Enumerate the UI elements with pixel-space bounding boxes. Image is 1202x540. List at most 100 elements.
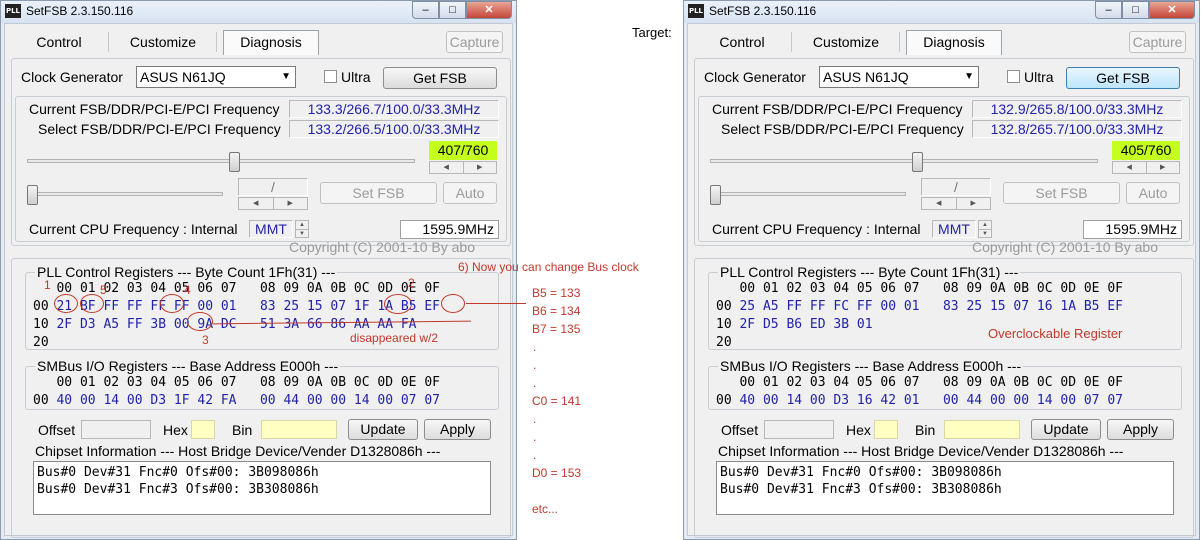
ratio-stepper[interactable]: ◀ ▶	[921, 197, 991, 210]
cpu-frequency-value: 1595.9MHz	[1083, 220, 1182, 239]
annotation-d0: D0 = 153	[532, 466, 582, 480]
annotation-step-6: 6) Now you can change Bus clock	[458, 260, 639, 274]
set-fsb-button[interactable]: Set FSB	[320, 182, 437, 204]
cpu-frequency-label: Current CPU Frequency : Internal	[29, 221, 238, 237]
left-arrow-icon[interactable]: ◀	[1113, 162, 1146, 173]
pll-header: PLL Control Registers --- Byte Count 1Fh…	[35, 264, 338, 280]
annotation-b6: B6 = 134	[532, 304, 581, 318]
right-arrow-icon[interactable]: ▶	[1145, 162, 1180, 173]
smbus-column-header: 00 01 02 03 04 05 06 07 08 09 0A 0B 0C 0…	[716, 375, 1123, 390]
secondary-slider-handle[interactable]	[710, 185, 721, 205]
annotation-number-4: 4	[184, 283, 191, 297]
fsb-slider-handle[interactable]	[229, 152, 240, 172]
row-values[interactable]: 21 BF FF FF FF FF 00 01 83 25 15 07 1F 1…	[56, 299, 440, 314]
annotation-c0: C0 = 141	[532, 394, 582, 408]
chipset-line: Bus#0 Dev#31 Fnc#0 Ofs#00: 3B098086h	[37, 465, 319, 480]
get-fsb-button[interactable]: Get FSB	[383, 67, 497, 89]
bin-input[interactable]	[944, 420, 1020, 439]
annotation-overclockable: Overclockable Register	[988, 326, 1123, 341]
fsb-slider-track[interactable]	[710, 159, 1098, 163]
client-area: Control Customize Diagnosis Capture Cloc…	[687, 23, 1196, 538]
update-button[interactable]: Update	[1031, 419, 1101, 440]
annotation-etc: etc...	[532, 502, 559, 516]
ultra-checkbox[interactable]	[324, 70, 337, 83]
right-arrow-icon[interactable]: ▶	[272, 198, 308, 209]
row-values[interactable]: 25 A5 FF FF FC FF 00 01 83 25 15 07 16 1…	[739, 299, 1123, 314]
mmt-stepper[interactable]: ▲ ▼	[978, 220, 992, 238]
capture-button[interactable]: Capture	[446, 31, 503, 53]
tab-control[interactable]: Control	[15, 30, 103, 55]
smbus-column-header: 00 01 02 03 04 05 06 07 08 09 0A 0B 0C 0…	[33, 375, 440, 390]
tab-customize[interactable]: Customize	[798, 30, 894, 55]
clock-generator-select[interactable]: ASUS N61JQ ▼	[819, 66, 979, 88]
apply-button[interactable]: Apply	[424, 419, 491, 440]
tab-diagnosis[interactable]: Diagnosis	[223, 30, 319, 55]
left-arrow-icon[interactable]: ◀	[922, 198, 956, 209]
row-address: 00	[33, 393, 49, 408]
right-arrow-icon[interactable]: ▶	[955, 198, 991, 209]
tab-control[interactable]: Control	[698, 30, 786, 55]
chipset-line: Bus#0 Dev#31 Fnc#3 Ofs#00: 3B308086h	[720, 482, 1002, 497]
row-values[interactable]: 2F D5 B6 ED 3B 01	[739, 317, 872, 332]
annotation-dot: .	[533, 376, 537, 390]
row-values[interactable]: 40 00 14 00 D3 1F 42 FA 00 44 00 00 14 0…	[56, 393, 440, 408]
annotation-dot: .	[533, 340, 537, 354]
hex-input[interactable]	[191, 420, 215, 439]
mmt-field[interactable]: MMT	[932, 220, 976, 238]
bin-input[interactable]	[261, 420, 337, 439]
up-arrow-icon[interactable]: ▲	[296, 221, 308, 229]
hex-input[interactable]	[874, 420, 898, 439]
ultra-label: Ultra	[341, 69, 371, 85]
ultra-checkbox[interactable]	[1007, 70, 1020, 83]
left-arrow-icon[interactable]: ◀	[430, 162, 463, 173]
fsb-stepper[interactable]: ◀ ▶	[429, 161, 497, 174]
auto-button[interactable]: Auto	[1126, 182, 1180, 204]
current-frequency-label: Current FSB/DDR/PCI-E/PCI Frequency	[712, 101, 963, 117]
apply-button[interactable]: Apply	[1107, 419, 1174, 440]
tab-customize[interactable]: Customize	[115, 30, 211, 55]
fsb-slider-track[interactable]	[27, 159, 415, 163]
maximize-icon[interactable]: □	[439, 1, 466, 19]
fsb-stepper[interactable]: ◀ ▶	[1112, 161, 1180, 174]
row-values[interactable]: 2F D3 A5 FF 3B 00 9A DC 51 3A 66 86 AA A…	[56, 317, 416, 332]
up-arrow-icon[interactable]: ▲	[979, 221, 991, 229]
auto-button[interactable]: Auto	[443, 182, 497, 204]
annotation-dot: .	[533, 430, 537, 444]
row-address: 20	[716, 335, 732, 350]
set-fsb-button[interactable]: Set FSB	[1003, 182, 1120, 204]
cpu-frequency-label: Current CPU Frequency : Internal	[712, 221, 921, 237]
left-arrow-icon[interactable]: ◀	[239, 198, 273, 209]
client-area: Control Customize Diagnosis Capture Cloc…	[4, 23, 513, 538]
close-icon[interactable]: ✕	[466, 1, 512, 19]
mmt-field[interactable]: MMT	[249, 220, 293, 238]
fsb-slider-handle[interactable]	[912, 152, 923, 172]
secondary-slider-track[interactable]	[27, 192, 223, 196]
tab-diagnosis[interactable]: Diagnosis	[906, 30, 1002, 55]
update-button[interactable]: Update	[348, 419, 418, 440]
row-values[interactable]: 40 00 14 00 D3 16 42 01 00 44 00 00 14 0…	[739, 393, 1123, 408]
minimize-icon[interactable]: –	[412, 1, 439, 19]
right-arrow-icon[interactable]: ▶	[462, 162, 497, 173]
clock-generator-select[interactable]: ASUS N61JQ ▼	[136, 66, 296, 88]
minimize-icon[interactable]: –	[1095, 1, 1122, 19]
pll-row: 20	[33, 334, 56, 352]
down-arrow-icon[interactable]: ▼	[979, 229, 991, 238]
chipset-line: Bus#0 Dev#31 Fnc#0 Ofs#00: 3B098086h	[720, 465, 1002, 480]
offset-input[interactable]	[81, 420, 151, 439]
capture-button[interactable]: Capture	[1129, 31, 1186, 53]
chipset-header: Chipset Information --- Host Bridge Devi…	[718, 443, 1124, 459]
app-icon: PLL	[688, 4, 704, 18]
get-fsb-button[interactable]: Get FSB	[1066, 67, 1180, 89]
secondary-slider-track[interactable]	[710, 192, 906, 196]
maximize-icon[interactable]: □	[1122, 1, 1149, 19]
secondary-slider-handle[interactable]	[27, 185, 38, 205]
chipset-info-box: Bus#0 Dev#31 Fnc#0 Ofs#00: 3B098086h Bus#…	[33, 461, 491, 515]
ratio-stepper[interactable]: ◀ ▶	[238, 197, 308, 210]
offset-input[interactable]	[764, 420, 834, 439]
mmt-stepper[interactable]: ▲ ▼	[295, 220, 309, 238]
close-icon[interactable]: ✕	[1149, 1, 1195, 19]
clock-generator-label: Clock Generator	[21, 69, 123, 85]
down-arrow-icon[interactable]: ▼	[296, 229, 308, 238]
select-frequency-value: 133.2/266.5/100.0/33.3MHz	[289, 120, 499, 138]
row-address: 20	[33, 335, 49, 350]
